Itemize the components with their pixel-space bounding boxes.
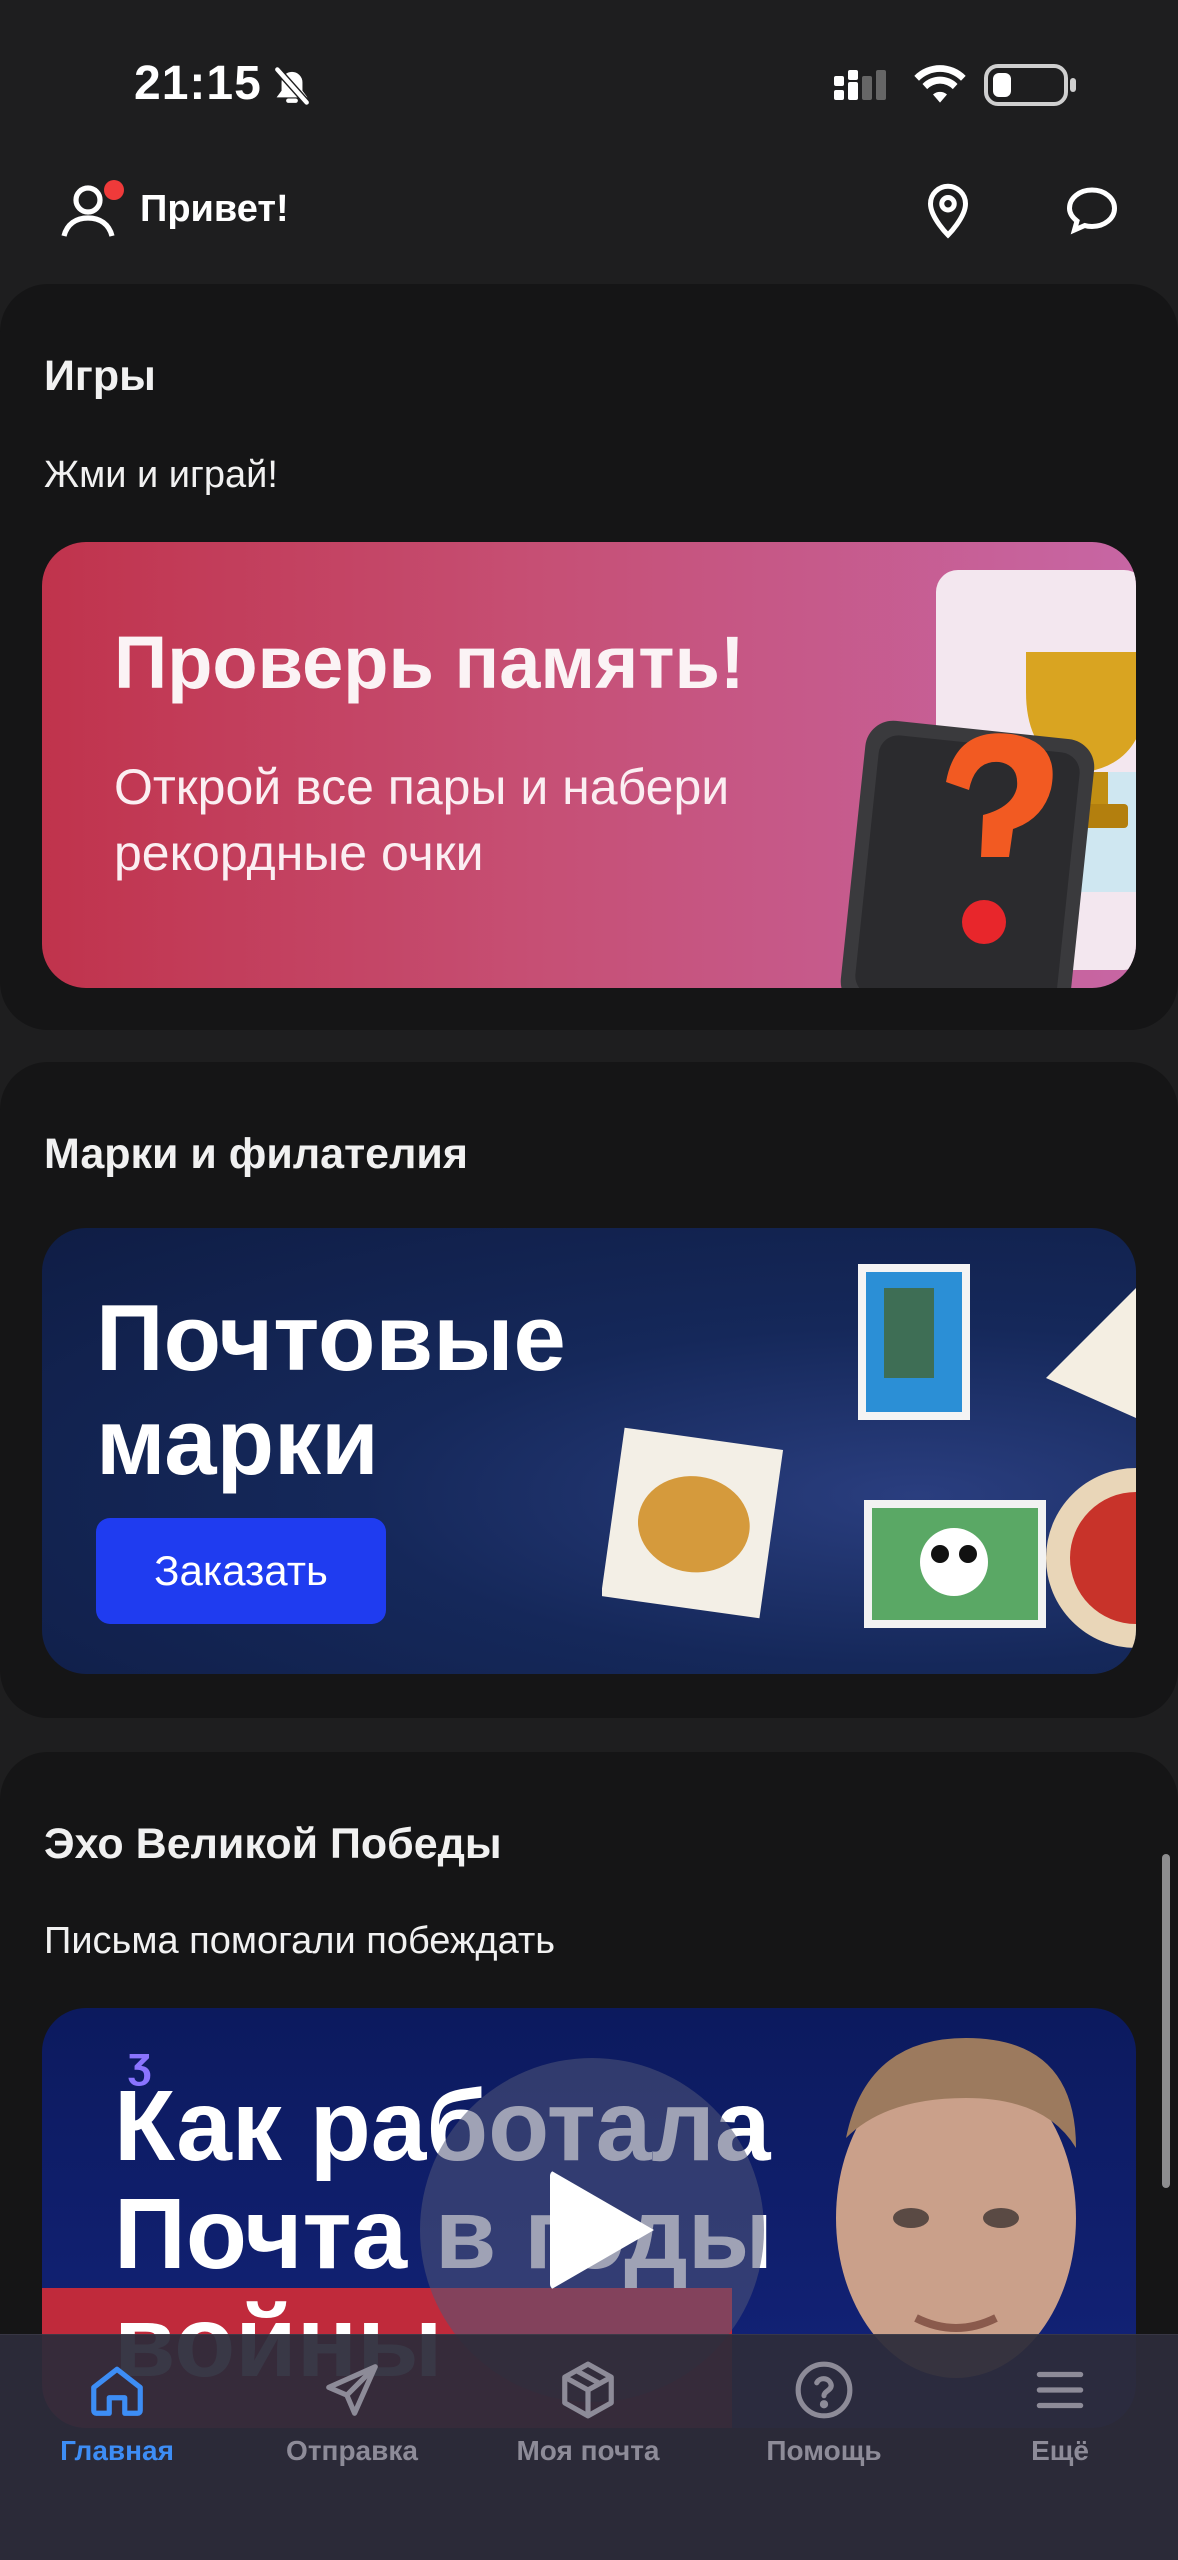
nav-help-label: Помощь bbox=[766, 2435, 882, 2466]
question-card-trophy-illustration bbox=[840, 570, 1136, 988]
location-pin-icon[interactable] bbox=[918, 180, 978, 240]
nav-my-mail-label: Моя почта bbox=[516, 2435, 660, 2466]
package-icon bbox=[562, 2361, 614, 2419]
battery-icon bbox=[984, 64, 1076, 106]
nav-home-label: Главная bbox=[60, 2435, 174, 2466]
nav-send-label: Отправка bbox=[286, 2435, 418, 2466]
bottom-navigation: Главная Отправка Моя почта Помощь Ещё bbox=[0, 2334, 1178, 2560]
postage-stamps-banner[interactable]: Почтовые марки Заказать bbox=[42, 1228, 1136, 1674]
memory-game-banner[interactable]: Проверь память! Открой все пары и набери… bbox=[42, 542, 1136, 988]
scrollbar[interactable] bbox=[1162, 1854, 1170, 2188]
nav-home[interactable]: Главная bbox=[2, 2359, 232, 2479]
cellular-signal-icon bbox=[834, 70, 886, 100]
status-bar: 21:15 bbox=[0, 0, 1178, 150]
games-title: Игры bbox=[44, 352, 156, 400]
nav-more[interactable]: Ещё bbox=[945, 2359, 1175, 2479]
memory-banner-text: Открой все пары и набери рекордные очки bbox=[114, 759, 730, 881]
status-time: 21:15 bbox=[134, 57, 262, 110]
memory-banner-title: Проверь память! bbox=[114, 621, 745, 704]
stamps-title: Марки и филателия bbox=[44, 1130, 468, 1178]
app-header: Привет! bbox=[0, 160, 1178, 260]
nav-help[interactable]: Помощь bbox=[709, 2359, 939, 2479]
games-section: Игры Жми и играй! Проверь память! Открой… bbox=[0, 284, 1178, 1030]
send-icon bbox=[326, 2364, 378, 2416]
victory-subtitle: Письма помогали побеждать bbox=[44, 1920, 556, 1962]
stamps-section: Марки и филателия Почтовые марки Заказат… bbox=[0, 1062, 1178, 1718]
nav-send[interactable]: Отправка bbox=[237, 2359, 467, 2479]
stamps-illustration bbox=[602, 1264, 1136, 1648]
help-icon bbox=[795, 2361, 853, 2419]
order-button[interactable]: Заказать bbox=[96, 1518, 386, 1624]
nav-my-mail[interactable]: Моя почта bbox=[473, 2359, 703, 2479]
greeting-text: Привет! bbox=[140, 188, 289, 230]
notification-dot bbox=[104, 180, 124, 200]
victory-title: Эхо Великой Победы bbox=[44, 1820, 502, 1868]
nav-more-label: Ещё bbox=[1031, 2435, 1089, 2466]
wifi-icon bbox=[914, 65, 966, 103]
chat-icon[interactable] bbox=[1060, 180, 1124, 240]
home-icon bbox=[91, 2366, 143, 2416]
menu-icon bbox=[1036, 2371, 1084, 2409]
games-subtitle: Жми и играй! bbox=[44, 454, 278, 496]
bell-off-icon bbox=[273, 65, 311, 107]
